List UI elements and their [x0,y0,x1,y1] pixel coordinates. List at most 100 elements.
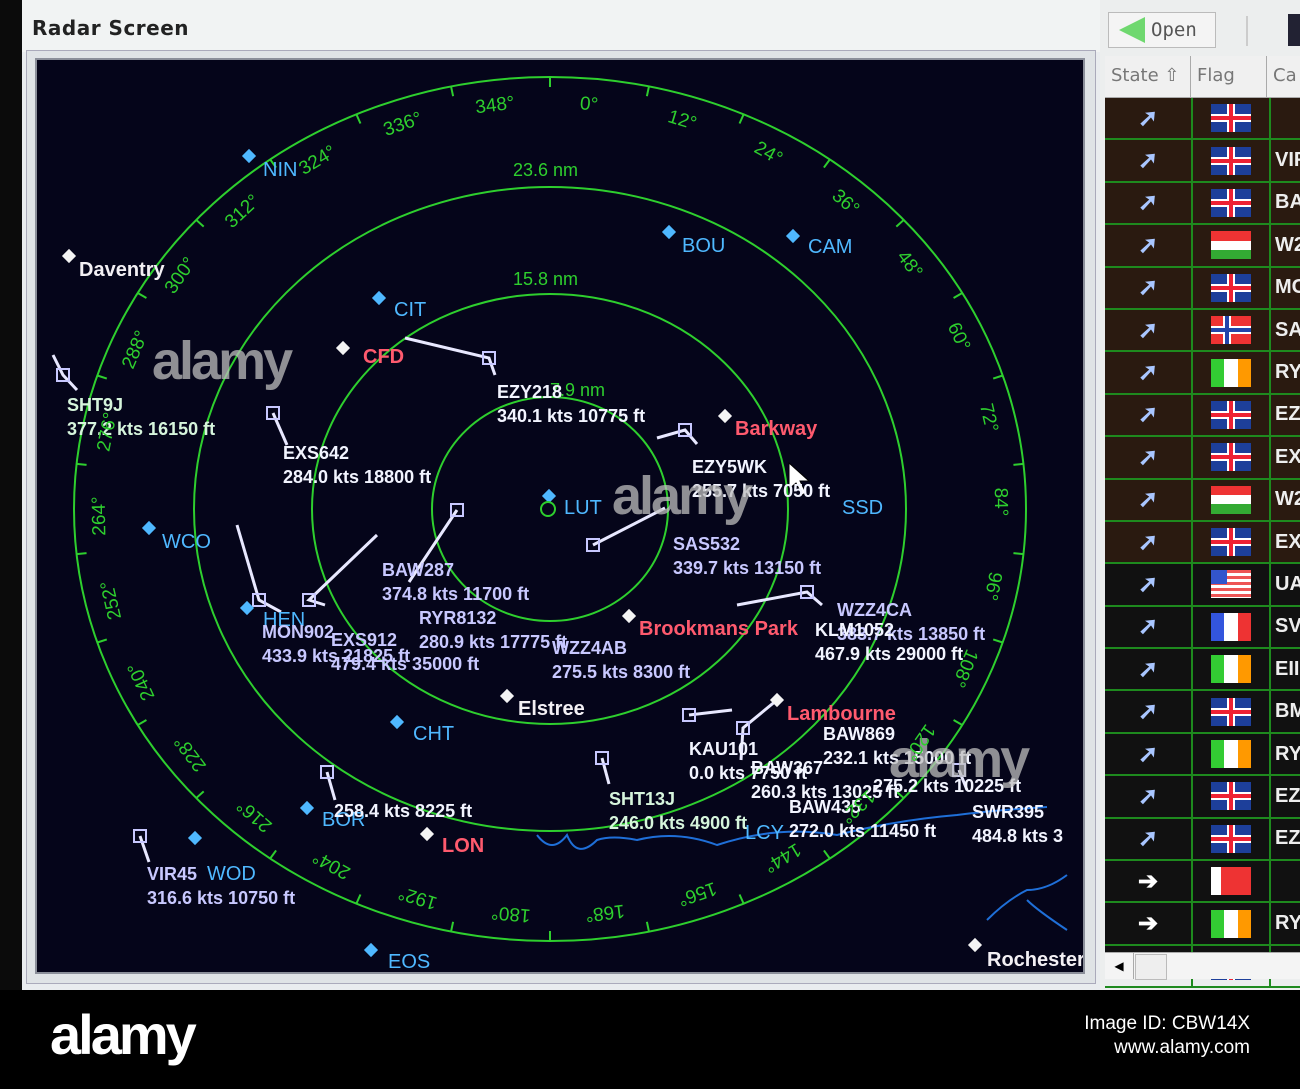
table-row[interactable]: ➚ RY [1105,352,1300,395]
flight-label[interactable]: EZY218 340.1 kts 10775 ft [497,380,645,428]
toolbar-icon[interactable] [1288,14,1300,46]
waypoint-diamond-icon [141,520,157,536]
waypoint-lcy[interactable]: LCY [745,821,784,845]
table-row[interactable]: ➚ VIR [1105,140,1300,183]
flag-cell [1193,140,1271,181]
airfield-daventry[interactable]: Daventry [79,258,165,282]
bearing-tick [137,719,147,726]
table-row[interactable]: ➚ SA [1105,309,1300,353]
state-arrow-icon: ➚ [1105,352,1193,393]
flight-info: 377.2 kts 16150 ft [67,419,216,439]
horizontal-scrollbar[interactable]: ◀ [1105,952,1300,980]
airfield-elstree[interactable]: Elstree [518,697,585,721]
waypoint-diamond-icon [239,600,255,616]
waypoint-cit[interactable]: CIT [394,298,426,322]
bearing-tick [738,113,745,124]
callsign-cell: VIR [1275,149,1300,172]
airfield-cfd[interactable]: CFD [363,345,404,369]
uk-flag-icon [1211,188,1251,217]
table-row[interactable]: ➚ W2 [1105,225,1300,268]
callsign-cell: EZ [1275,403,1300,426]
flight-label[interactable]: SAS532 339.7 kts 13150 ft [673,532,821,580]
table-header: State ⇧ Flag Ca [1105,56,1300,98]
column-header-state[interactable]: State ⇧ [1105,56,1191,98]
flight-label[interactable]: WZZ4AB 275.5 kts 8300 ft [552,636,690,684]
watermark-info: Image ID: CBW14X www.alamy.com [1084,1012,1250,1060]
column-header-callsign[interactable]: Ca [1267,56,1300,98]
flight-label[interactable]: KLM1052 467.9 kts 29000 ft [815,618,963,666]
state-arrow-icon: ➚ [1105,182,1193,224]
radar-display[interactable]: 7.9 nm 15.8 nm 23.6 nm NIN CIT LUT BOU C… [35,58,1085,974]
flight-trail [138,835,151,863]
table-row[interactable]: ➚ W2 [1105,479,1300,522]
callsign-cell: BA [1275,191,1300,214]
bearing-tick [76,462,87,466]
flight-callsign: RYR8132 [419,608,497,628]
state-arrow-icon: ➚ [1105,437,1193,478]
flight-callsign: VIR45 [147,864,198,884]
norway-flag-icon [1211,316,1251,345]
scroll-left-icon[interactable]: ◀ [1105,953,1134,979]
table-row[interactable]: ➚ [1105,98,1300,141]
table-row[interactable]: ➚ EZ [1105,394,1300,438]
waypoint-lut[interactable]: LUT [564,496,602,520]
table-row[interactable]: ➚ EX [1105,437,1300,480]
table-row[interactable]: ➚ BM [1105,691,1300,734]
callsign-cell: EX [1275,445,1300,468]
table-row[interactable]: ➚ EZ [1105,776,1300,819]
hungary-flag-icon [1211,231,1251,260]
bearing-tick [738,894,745,905]
flag-cell [1193,309,1271,351]
airfield-rochester[interactable]: Rochester [987,948,1083,972]
table-row[interactable]: ➚ SV [1105,606,1300,650]
callsign-cell: W2 [1275,233,1300,256]
flight-callsign: SHT9J [67,395,124,415]
bearing-tick [823,158,831,169]
bearing-tick [645,921,650,932]
waypoint-diamond-icon [241,148,257,164]
table-row[interactable]: ➚ MC [1105,267,1300,310]
table-row[interactable]: ➔ [1105,861,1300,904]
flag-cell [1193,564,1271,605]
waypoint-cam[interactable]: CAM [808,235,852,259]
watermark-bar: alamy Image ID: CBW14X www.alamy.com [0,990,1300,1089]
flight-label[interactable]: BAW287 374.8 kts 11700 ft [382,558,529,606]
table-row[interactable]: ➚ RY [1105,733,1300,777]
airfield-lon[interactable]: LON [442,834,484,858]
waypoint-diamond-icon [187,830,203,846]
table-row[interactable]: ➚ BA [1105,182,1300,226]
flight-label[interactable]: EXS912 479.4 kts 35000 ft [331,628,479,676]
table-row[interactable]: ➚ UA [1105,564,1300,607]
waypoint-nin[interactable]: NIN [263,158,297,182]
flight-label[interactable]: 258.4 kts 8225 ft [334,799,472,823]
waypoint-wco[interactable]: WCO [162,530,211,554]
waypoint-ssd[interactable]: SSD [842,496,883,520]
state-arrow-icon: ➔ [1105,903,1193,944]
ireland-flag-icon [1211,358,1251,387]
flight-label[interactable]: SWR395 484.8 kts 3 [972,800,1063,848]
table-row[interactable]: ➔ RY [1105,903,1300,946]
airfield-barkway[interactable]: Barkway [735,417,817,441]
bearing-tick [645,86,650,97]
open-button[interactable]: Open [1108,12,1216,48]
waypoint-cht[interactable]: CHT [413,722,454,746]
waypoint-bou[interactable]: BOU [682,234,725,258]
bearing-tick [195,219,205,228]
table-row[interactable]: ➚ EZ [1105,818,1300,862]
scroll-thumb[interactable] [1135,954,1167,980]
table-row[interactable]: ➚ EX [1105,521,1300,565]
usa-flag-icon [1211,570,1251,599]
flag-cell [1193,733,1271,775]
table-row[interactable]: ➚ EII [1105,649,1300,692]
airfield-icon [61,248,77,264]
flight-label[interactable]: EXS642 284.0 kts 18800 ft [283,441,431,489]
flight-info: 246.0 kts 4900 ft [609,813,748,833]
column-header-flag[interactable]: Flag [1191,56,1267,98]
flight-label[interactable]: VIR45 316.6 kts 10750 ft [147,862,295,910]
flight-label[interactable]: SHT13J 246.0 kts 4900 ft [609,787,747,835]
flag-cell [1193,521,1271,563]
waypoint-eos[interactable]: EOS [388,950,430,972]
flight-info: 316.6 kts 10750 ft [147,888,296,908]
flight-label[interactable]: SHT9J 377.2 kts 16150 ft [67,393,215,441]
bearing-tick [823,849,831,860]
